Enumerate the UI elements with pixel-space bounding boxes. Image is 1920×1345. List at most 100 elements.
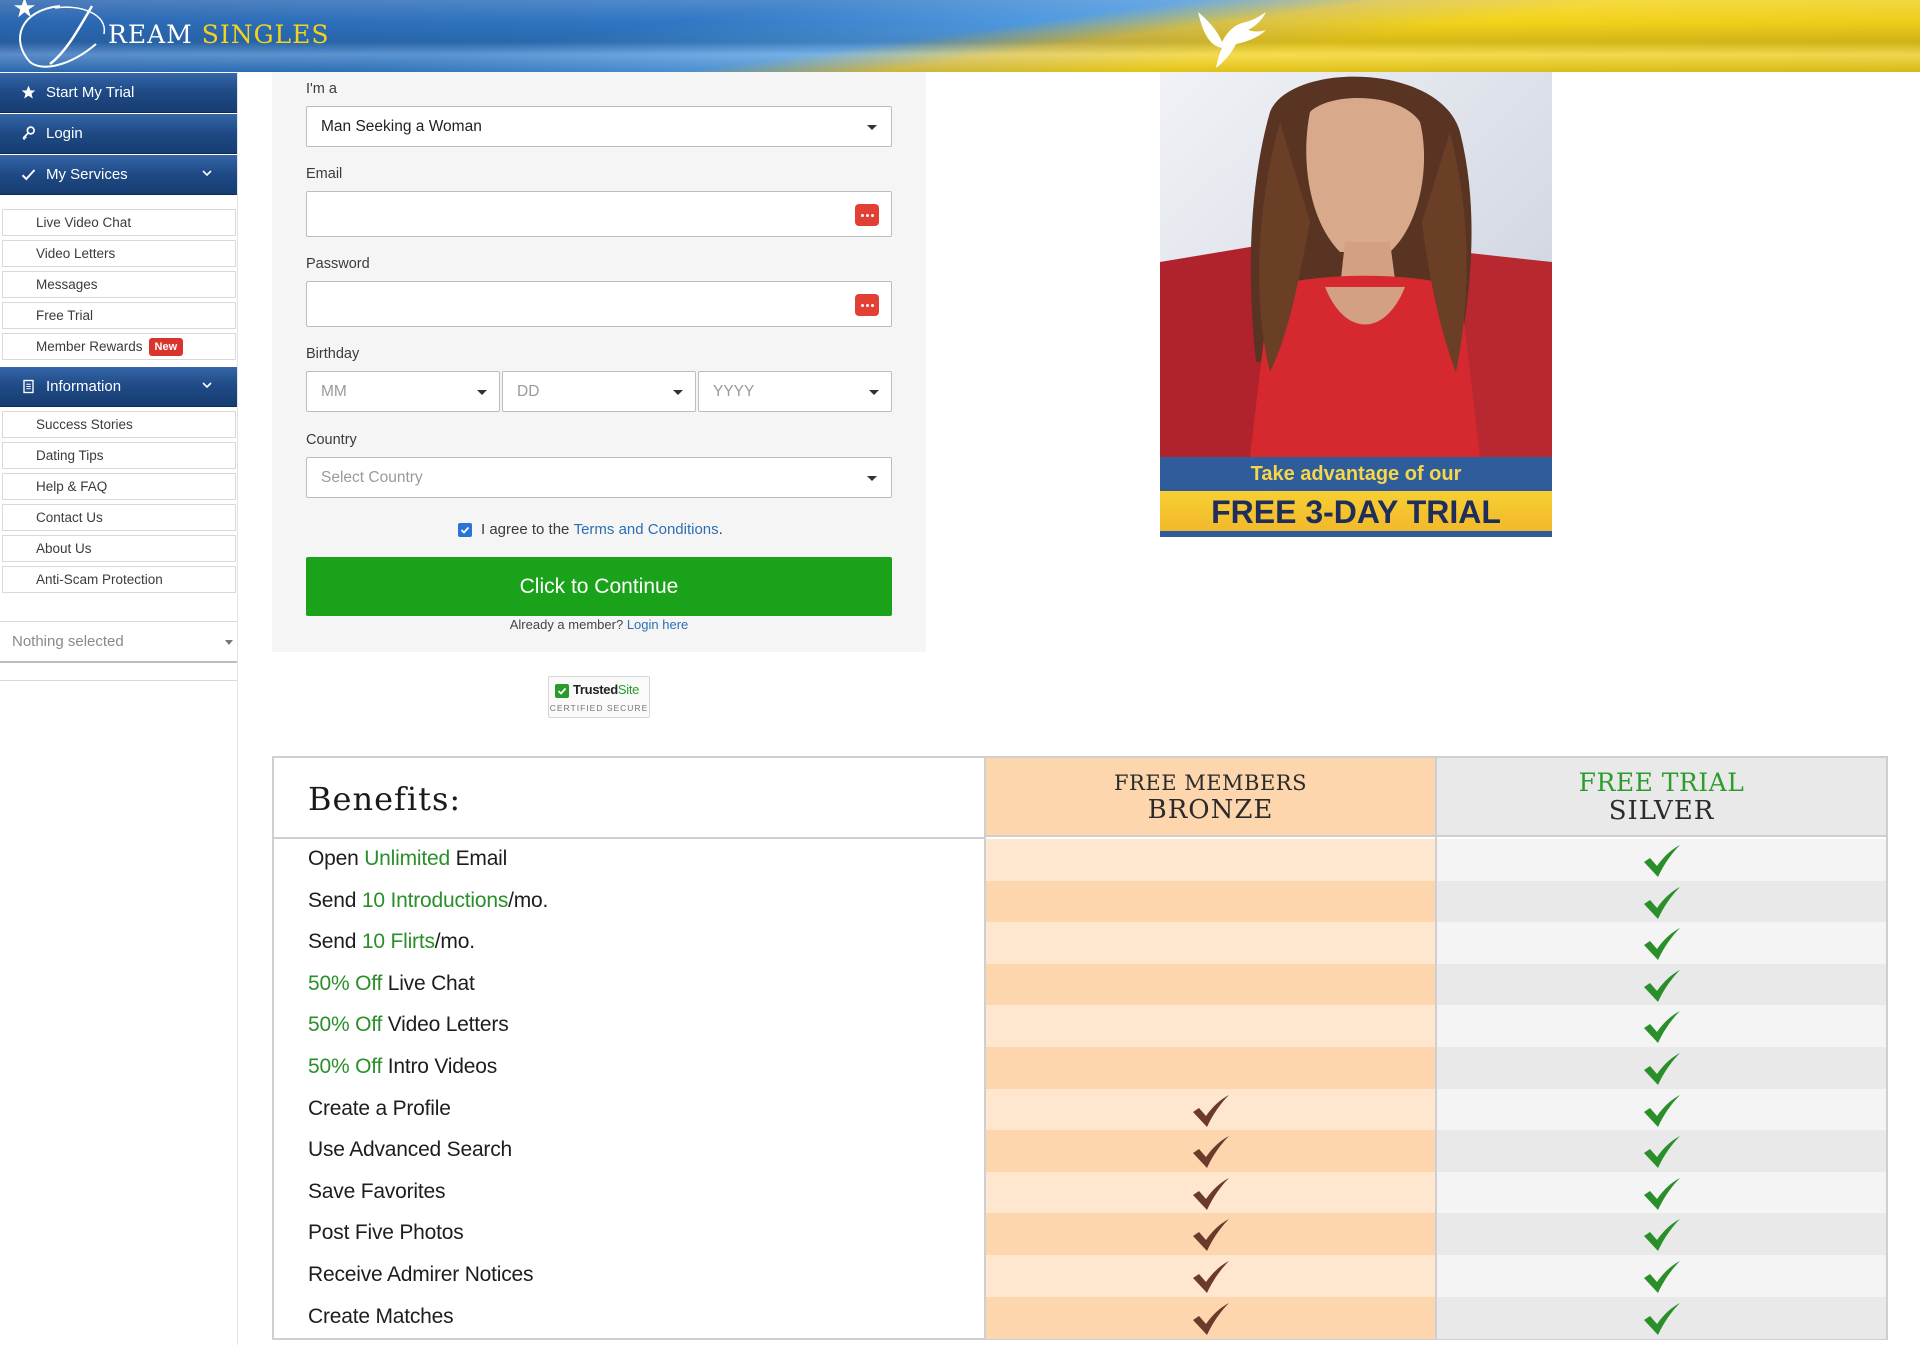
benefit-feature-text: 50% Off (308, 1055, 383, 1078)
terms-checkbox[interactable] (458, 522, 472, 537)
silver-cell (1437, 839, 1886, 881)
password-manager-icon[interactable] (855, 204, 879, 226)
silver-cell (1437, 880, 1886, 923)
sidebar-item-free-trial[interactable]: Free Trial (2, 302, 236, 329)
silver-check-icon (1644, 1302, 1680, 1335)
benefit-feature: Post Five Photos (308, 1221, 464, 1245)
seeking-select[interactable]: Man Seeking a Woman (306, 106, 892, 147)
sidebar-item-help-faq[interactable]: Help & FAQ (2, 473, 236, 500)
promo-photo-image (1160, 72, 1552, 457)
bronze-cell (986, 963, 1435, 1006)
bronze-check-icon (1193, 1302, 1229, 1335)
benefit-feature-text: Use Advanced Search (308, 1138, 512, 1162)
caret-down-icon (477, 390, 487, 395)
promo-banner[interactable]: Take advantage of our FREE 3-DAY TRIAL (1160, 72, 1552, 537)
bronze-cell (986, 880, 1435, 923)
continue-button[interactable]: Click to Continue (306, 557, 892, 616)
terms-period: . (718, 521, 723, 538)
benefit-feature: Send 10 Introductions/mo. (308, 889, 548, 913)
country-label: Country (306, 432, 357, 448)
trusted-site-badge[interactable]: TrustedSite CERTIFIED SECURE (548, 676, 650, 718)
silver-header: FREE TRIAL SILVER (1437, 758, 1886, 837)
sidebar-item-messages[interactable]: Messages (2, 271, 236, 298)
chevron-down-icon (202, 170, 212, 177)
country-select[interactable]: Select Country (306, 457, 892, 498)
silver-check-icon (1644, 969, 1680, 1002)
silver-check-icon (1644, 1053, 1680, 1085)
benefits-title: Benefits: (308, 780, 462, 818)
silver-cell (1437, 1171, 1886, 1214)
silver-cell (1437, 963, 1886, 1006)
bronze-header-line-1: FREE MEMBERS (1113, 771, 1307, 795)
trusted-site-subtitle: CERTIFIED SECURE (549, 703, 649, 713)
birthday-year-value: YYYY (713, 383, 755, 400)
sidebar-item-dating-tips[interactable]: Dating Tips (2, 442, 236, 469)
sidebar-item-start-trial[interactable]: Start My Trial (0, 73, 237, 113)
birthday-day-value: DD (517, 383, 540, 400)
birthday-day-select[interactable]: DD (502, 371, 696, 412)
caret-down-icon (869, 390, 879, 395)
sidebar-item-label: Member Rewards (36, 339, 143, 354)
benefit-feature: 50% Off Video Letters (308, 1013, 509, 1037)
birthday-label: Birthday (306, 346, 360, 362)
sidebar-item-information[interactable]: Information (0, 367, 237, 407)
key-icon (20, 126, 36, 142)
registration-form: I'm a Man Seeking a Woman Email Password… (272, 72, 926, 652)
benefit-feature-text: Save Favorites (308, 1179, 446, 1203)
page: REAM SINGLES Start My Trial Login My Ser… (0, 0, 1920, 1345)
logo[interactable]: REAM SINGLES (108, 20, 330, 49)
bronze-check-icon (1193, 1261, 1229, 1293)
bronze-header-line-2: BRONZE (1147, 795, 1274, 825)
sidebar-item-member-rewards[interactable]: Member Rewards New (2, 333, 236, 360)
birthday-month-value: MM (321, 383, 347, 400)
benefit-feature-text: Post Five Photos (308, 1221, 464, 1245)
silver-check-icon (1644, 886, 1680, 919)
promo-line-1: Take advantage of our (1160, 457, 1552, 491)
bronze-header: FREE MEMBERS BRONZE (986, 758, 1435, 837)
bronze-check-icon (1193, 1219, 1229, 1252)
silver-cell (1437, 922, 1886, 965)
login-prompt: Already a member? Login here (306, 617, 892, 632)
sidebar-item-my-services[interactable]: My Services (0, 155, 237, 195)
country-select-value: Select Country (321, 469, 423, 486)
sidebar-item-anti-scam[interactable]: Anti-Scam Protection (2, 566, 236, 593)
sidebar-item-contact-us[interactable]: Contact Us (2, 504, 236, 531)
silver-check-icon (1644, 1177, 1680, 1210)
divider (0, 680, 237, 681)
birthday-year-select[interactable]: YYYY (698, 371, 892, 412)
birthday-month-select[interactable]: MM (306, 371, 500, 412)
benefit-feature-text: /mo. (508, 888, 549, 912)
caret-down-icon (867, 125, 877, 130)
silver-cell (1437, 1213, 1886, 1256)
terms-link[interactable]: Terms and Conditions (574, 521, 719, 538)
password-label: Password (306, 256, 370, 272)
trusted-site-name: TrustedSite (573, 682, 639, 697)
email-field[interactable] (306, 191, 892, 237)
bronze-check-icon (1193, 1094, 1229, 1127)
email-label: Email (306, 166, 343, 182)
silver-check-icon (1644, 845, 1680, 877)
silver-column: FREE TRIAL SILVER (1435, 758, 1886, 1339)
password-field[interactable] (306, 281, 892, 327)
star-icon (20, 85, 36, 101)
sidebar-item-success-stories[interactable]: Success Stories (2, 411, 236, 438)
silver-check-icon (1644, 928, 1680, 961)
sidebar-item-login[interactable]: Login (0, 114, 237, 154)
sidebar-item-live-video-chat[interactable]: Live Video Chat (2, 209, 236, 236)
sidebar-item-about-us[interactable]: About Us (2, 535, 236, 562)
login-here-link[interactable]: Login here (627, 617, 688, 632)
im-a-label: I'm a (306, 81, 337, 97)
logo-part-2: SINGLES (201, 20, 330, 49)
bronze-cell (986, 922, 1435, 965)
language-select[interactable]: Nothing selected (0, 621, 237, 663)
silver-check-icon (1644, 1136, 1680, 1169)
caret-down-icon (225, 640, 233, 645)
sidebar-item-video-letters[interactable]: Video Letters (2, 240, 236, 267)
bronze-cell (986, 1005, 1435, 1048)
bronze-cell (986, 1171, 1435, 1214)
sidebar: Start My Trial Login My Services Live Vi… (0, 72, 238, 1345)
bronze-check-icon (1193, 1136, 1229, 1169)
benefit-feature-text: 50% Off (308, 1013, 383, 1037)
password-manager-icon[interactable] (855, 294, 879, 316)
benefit-feature: Send 10 Flirts/mo. (308, 930, 475, 954)
